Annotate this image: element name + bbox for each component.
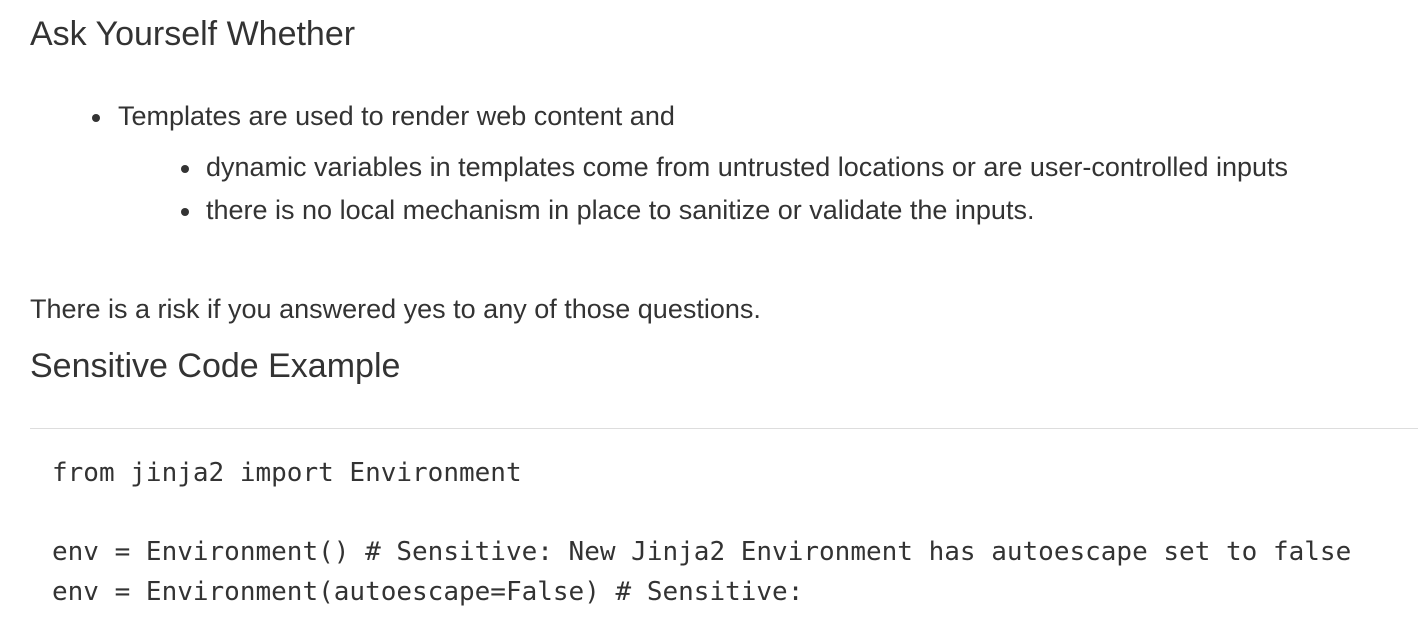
bullet-dot <box>181 208 189 216</box>
code-block: from jinja2 import Environment env = Env… <box>30 428 1418 628</box>
bullet-dot <box>181 165 189 173</box>
code-line: from jinja2 import Environment <box>52 458 522 488</box>
page: Ask Yourself Whether Templates are used … <box>0 0 1418 628</box>
code-line: env = Environment() # Sensitive: New Jin… <box>52 537 1352 567</box>
sub-list-item-no-sanitization: there is no local mechanism in place to … <box>206 195 1035 225</box>
heading-ask-yourself-whether: Ask Yourself Whether <box>30 15 356 53</box>
heading-sensitive-code-example: Sensitive Code Example <box>30 347 401 385</box>
code-line: env = Environment(autoescape=False) # Se… <box>52 577 804 607</box>
risk-paragraph: There is a risk if you answered yes to a… <box>30 294 761 324</box>
bullet-dot <box>92 114 100 122</box>
list-item-templates: Templates are used to render web content… <box>118 101 675 131</box>
sub-list-item-dynamic-variables: dynamic variables in templates come from… <box>206 152 1289 182</box>
